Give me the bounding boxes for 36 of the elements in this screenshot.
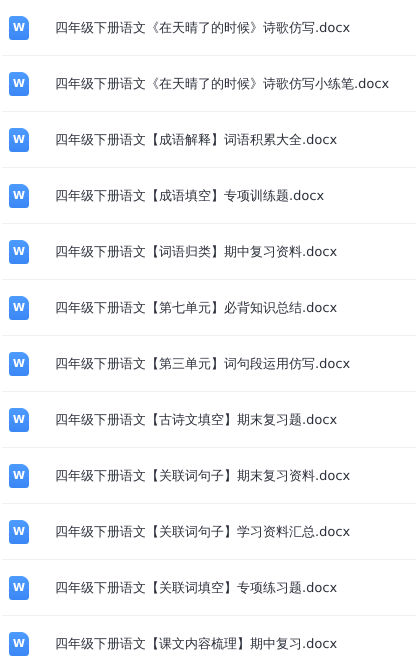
word-file-icon: W [9,576,29,600]
word-file-icon: W [9,520,29,544]
file-name: 四年级下册语文【关联词填空】专项练习题.docx [55,580,338,596]
word-file-icon: W [9,72,29,96]
file-row[interactable]: W 四年级下册语文【词语归类】期中复习资料.docx [2,224,416,280]
word-file-icon: W [9,184,29,208]
file-row[interactable]: W 四年级下册语文【成语填空】专项训练题.docx [2,168,416,224]
file-name: 四年级下册语文【词语归类】期中复习资料.docx [55,244,338,260]
file-row[interactable]: W 四年级下册语文【关联词句子】期末复习资料.docx [2,448,416,504]
file-name: 四年级下册语文【成语解释】词语积累大全.docx [55,132,338,148]
word-file-icon: W [9,632,29,656]
file-row[interactable]: W 四年级下册语文【成语解释】词语积累大全.docx [2,112,416,168]
word-file-icon: W [9,408,29,432]
word-file-icon: W [9,464,29,488]
file-row[interactable]: W 四年级下册语文【第三单元】词句段运用仿写.docx [2,336,416,392]
file-row[interactable]: W 四年级下册语文【古诗文填空】期末复习题.docx [2,392,416,448]
word-file-icon: W [9,296,29,320]
word-file-icon: W [9,352,29,376]
file-row[interactable]: W 四年级下册语文【课文内容梳理】期中复习.docx [2,616,416,661]
file-name: 四年级下册语文《在天晴了的时候》诗歌仿写.docx [55,20,350,36]
file-row[interactable]: W 四年级下册语文【关联词填空】专项练习题.docx [2,560,416,616]
file-name: 四年级下册语文【成语填空】专项训练题.docx [55,188,324,204]
file-row[interactable]: W 四年级下册语文《在天晴了的时候》诗歌仿写.docx [2,0,416,56]
word-file-icon: W [9,128,29,152]
file-name: 四年级下册语文【第三单元】词句段运用仿写.docx [55,356,350,372]
file-name: 四年级下册语文【古诗文填空】期末复习题.docx [55,412,338,428]
file-name: 四年级下册语文《在天晴了的时候》诗歌仿写小练笔.docx [55,76,390,92]
file-name: 四年级下册语文【关联词句子】期末复习资料.docx [55,468,350,484]
word-file-icon: W [9,240,29,264]
file-name: 四年级下册语文【课文内容梳理】期中复习.docx [55,636,338,652]
file-name: 四年级下册语文【关联词句子】学习资料汇总.docx [55,524,350,540]
file-row[interactable]: W 四年级下册语文【关联词句子】学习资料汇总.docx [2,504,416,560]
word-file-icon: W [9,16,29,40]
file-name: 四年级下册语文【第七单元】必背知识总结.docx [55,300,338,316]
file-row[interactable]: W 四年级下册语文《在天晴了的时候》诗歌仿写小练笔.docx [2,56,416,112]
file-row[interactable]: W 四年级下册语文【第七单元】必背知识总结.docx [2,280,416,336]
